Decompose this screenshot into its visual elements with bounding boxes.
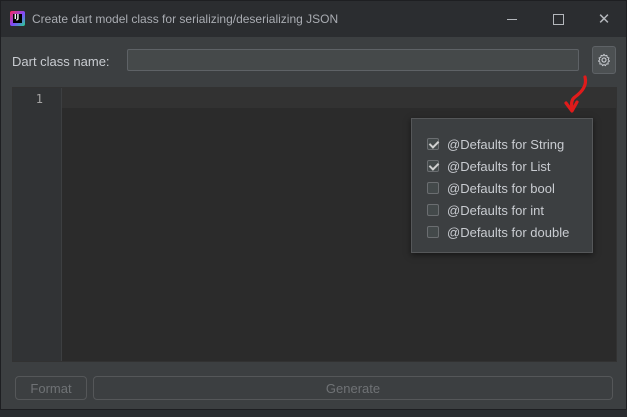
option-label: @Defaults for bool	[447, 180, 555, 196]
line-number: 1	[35, 92, 43, 106]
close-icon: ✕	[597, 9, 611, 28]
close-button[interactable]: ✕	[581, 1, 627, 37]
line-number-gutter: 1	[13, 88, 62, 361]
checkbox[interactable]	[427, 182, 439, 194]
window-title: Create dart model class for serializing/…	[32, 12, 339, 26]
format-button[interactable]: Format	[15, 376, 87, 400]
option-label: @Defaults for String	[447, 136, 565, 152]
class-name-input[interactable]	[127, 49, 579, 71]
checkbox[interactable]	[427, 160, 439, 172]
settings-button[interactable]	[592, 46, 616, 74]
option-label: @Defaults for double	[447, 224, 570, 240]
option-defaults-bool[interactable]: @Defaults for bool	[427, 179, 555, 197]
intellij-idea-icon: IJ	[10, 11, 25, 26]
checkbox[interactable]	[427, 226, 439, 238]
class-name-label: Dart class name:	[12, 54, 110, 69]
option-defaults-int[interactable]: @Defaults for int	[427, 201, 544, 219]
generate-button[interactable]: Generate	[93, 376, 613, 400]
option-defaults-list[interactable]: @Defaults for List	[427, 157, 551, 175]
checkbox[interactable]	[427, 204, 439, 216]
title-bar[interactable]: IJ Create dart model class for serializi…	[1, 1, 626, 37]
dialog-window: IJ Create dart model class for serializi…	[0, 0, 627, 410]
minimize-button[interactable]	[489, 1, 535, 37]
gear-icon	[598, 53, 610, 67]
checkbox[interactable]	[427, 138, 439, 150]
option-defaults-double[interactable]: @Defaults for double	[427, 223, 569, 241]
options-popup: @Defaults for String @Defaults for List …	[411, 118, 593, 253]
maximize-icon	[552, 13, 564, 25]
maximize-button[interactable]	[535, 1, 581, 37]
minimize-icon	[507, 18, 517, 20]
annotation-arrow-icon	[564, 75, 588, 113]
current-line-highlight	[62, 88, 616, 108]
option-label: @Defaults for int	[447, 202, 545, 218]
option-label: @Defaults for List	[447, 158, 551, 174]
option-defaults-string[interactable]: @Defaults for String	[427, 135, 564, 153]
class-name-row: Dart class name:	[1, 45, 626, 77]
